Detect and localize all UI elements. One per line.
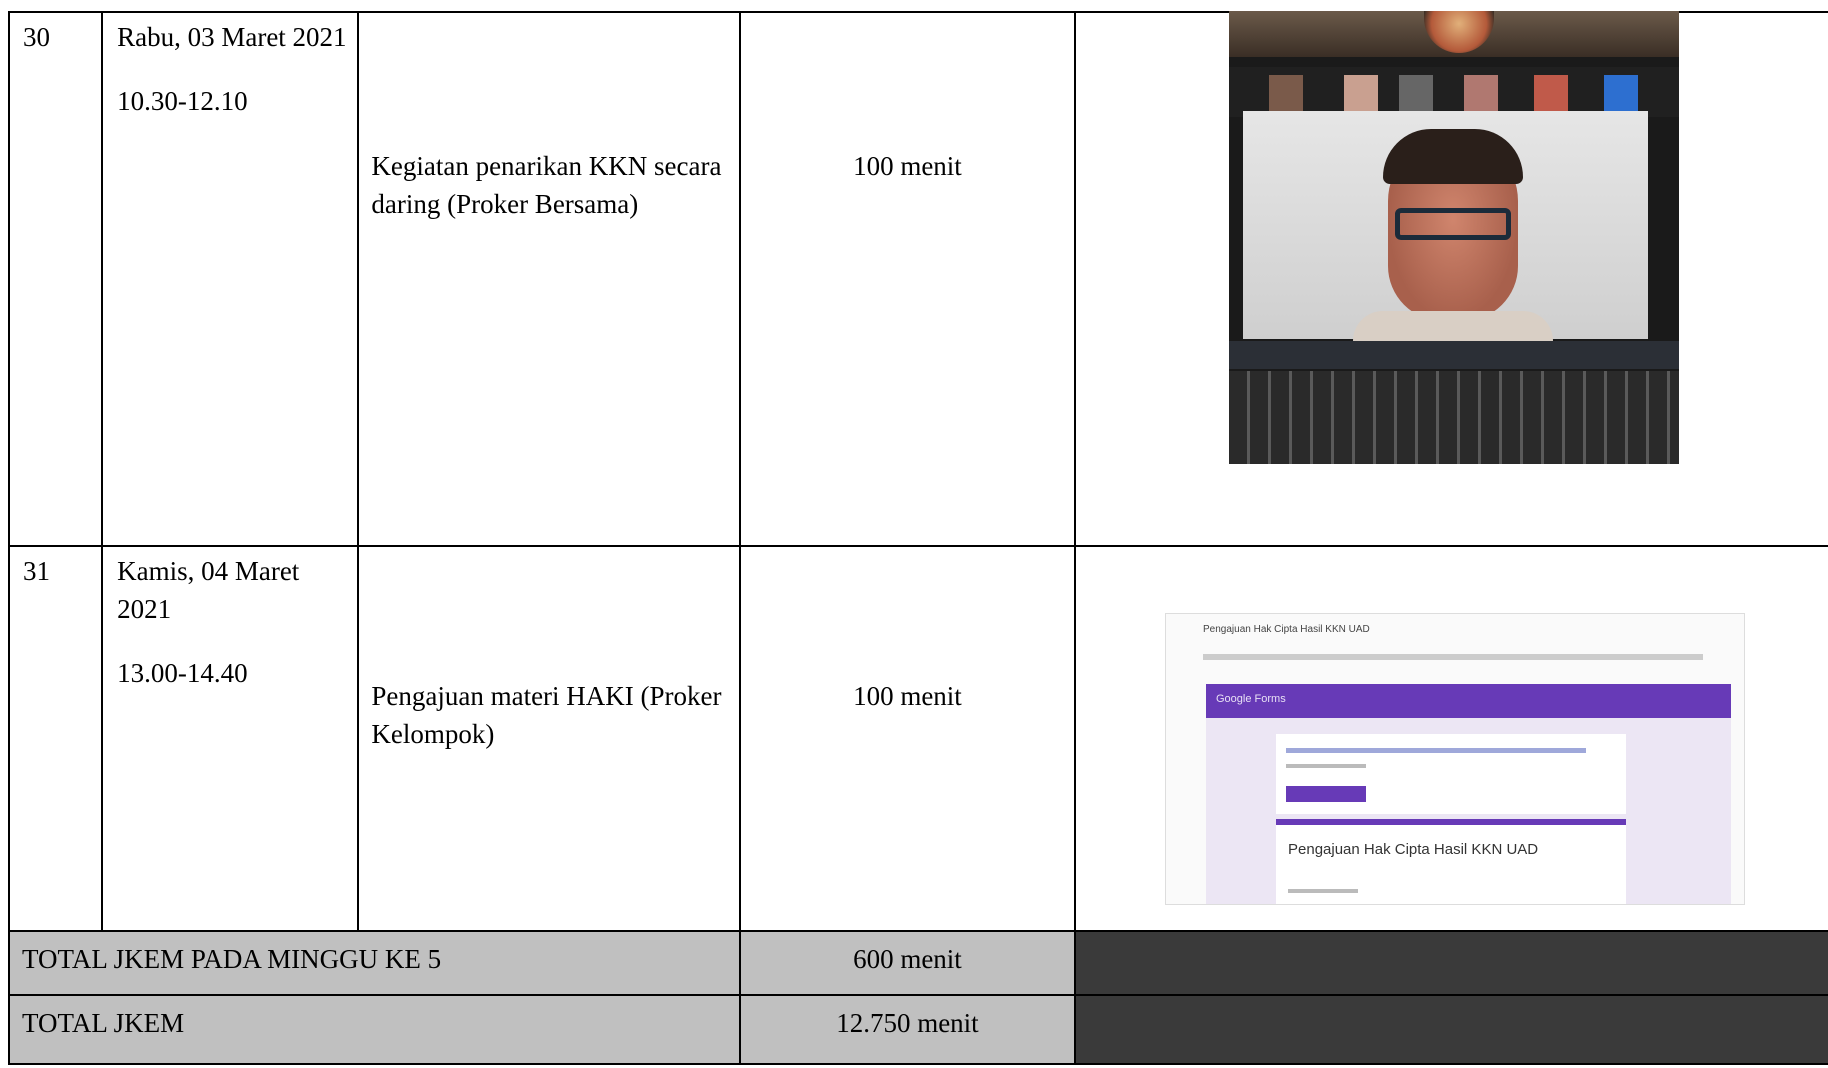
row-activity: Pengajuan materi HAKI (Proker Kelompok) [371,681,722,749]
activity-cell: Pengajuan materi HAKI (Proker Kelompok) [357,545,741,932]
participant-thumbnails [1229,67,1679,117]
row-number: 31 [23,556,50,586]
row-number: 30 [23,22,50,52]
total-label-cell: TOTAL JKEM [8,994,741,1065]
participant-thumbnail [1399,75,1433,111]
row-date: Rabu, 03 Maret 2021 [117,22,347,52]
edit-response-button [1286,786,1366,802]
laptop-screen [1243,111,1648,341]
total-row-all: TOTAL JKEM 12.750 menit [8,994,1828,1065]
row-number-cell: 30 [7,11,104,547]
total-empty-cell [1074,994,1828,1065]
confirmation-subtext-line [1286,764,1366,768]
total-all-value: 12.750 menit [836,1008,979,1038]
participant-thumbnail [1534,75,1568,111]
duration-cell: 100 menit [738,545,1077,932]
keyboard [1229,371,1679,464]
participant-thumbnail [1464,75,1498,111]
activity-cell: Kegiatan penarikan KKN secara daring (Pr… [357,11,741,547]
total-all-label: TOTAL JKEM [22,1008,185,1038]
total-value-cell: 12.750 menit [738,994,1077,1065]
row-time: 10.30-12.10 [117,86,248,116]
email-sender-line [1203,654,1703,660]
speaker-shirt [1353,311,1553,341]
participant-thumbnail [1344,75,1378,111]
row-duration: 100 menit [853,151,962,181]
email-subject: Pengajuan Hak Cipta Hasil KKN UAD [1203,624,1370,635]
confirmation-text-line [1286,748,1586,753]
forms-banner: Google Forms [1206,684,1731,718]
row-date: Kamis, 04 Maret 2021 [117,556,300,624]
total-row-week: TOTAL JKEM PADA MINGGU KE 5 600 menit [8,930,1828,996]
total-label-cell: TOTAL JKEM PADA MINGGU KE 5 [8,930,741,996]
zoom-meeting-photo [1229,11,1679,464]
glasses-icon [1395,208,1511,240]
total-empty-cell [1074,930,1828,996]
row-number-cell: 31 [7,545,104,932]
google-forms-screenshot: Pengajuan Hak Cipta Hasil KKN UAD Google… [1165,613,1745,905]
date-cell: Kamis, 04 Maret 2021 13.00-14.40 [101,545,360,932]
date-cell: Rabu, 03 Maret 2021 10.30-12.10 [101,11,360,547]
forms-brand: Google Forms [1216,693,1286,705]
duration-cell: 100 menit [738,11,1077,547]
participant-thumbnail [1604,75,1638,111]
total-week-label: TOTAL JKEM PADA MINGGU KE 5 [22,944,442,974]
confirmation-card [1276,734,1626,814]
row-activity: Kegiatan penarikan KKN secara daring (Pr… [371,151,722,219]
form-title: Pengajuan Hak Cipta Hasil KKN UAD [1288,841,1539,858]
row-time: 13.00-14.40 [117,658,248,688]
total-value-cell: 600 menit [738,930,1077,996]
document-page: 30 Rabu, 03 Maret 2021 10.30-12.10 Kegia… [0,0,1828,1068]
taskbar [1229,341,1679,369]
row-duration: 100 menit [853,681,962,711]
form-field-line [1288,889,1358,893]
form-title-card: Pengajuan Hak Cipta Hasil KKN UAD [1276,819,1626,904]
total-week-value: 600 menit [853,944,962,974]
participant-thumbnail [1269,75,1303,111]
speaker-hair [1383,129,1523,184]
